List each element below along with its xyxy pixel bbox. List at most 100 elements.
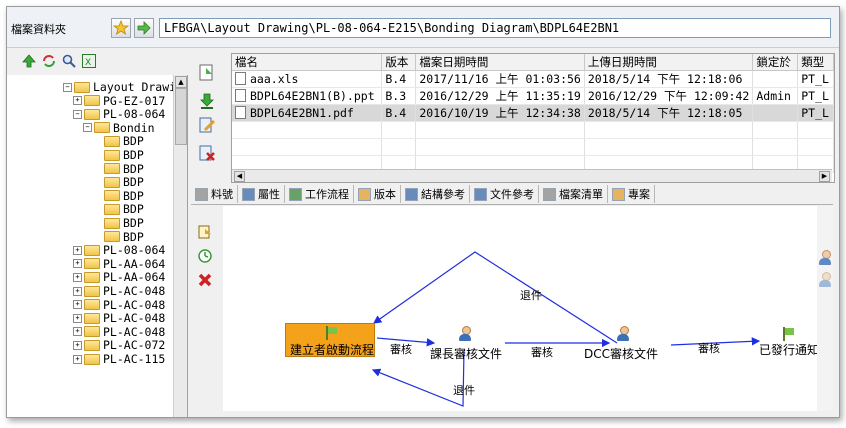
history-icon[interactable]: [197, 248, 213, 264]
tree-item[interactable]: − PL-08-064: [73, 107, 165, 121]
tree-item-label: BDP: [123, 188, 144, 203]
upload-date-cell: 2016/12/29 下午 12:09:42: [584, 87, 754, 105]
favorite-button[interactable]: [111, 18, 131, 38]
upload-date-cell: 2018/5/14 下午 12:18:06: [584, 70, 754, 88]
cancel-workflow-icon[interactable]: [197, 272, 213, 288]
tree-item[interactable]: + PL-08-064: [73, 243, 165, 257]
go-button[interactable]: [134, 18, 154, 38]
tree-item[interactable]: + PL-AC-048: [73, 298, 165, 312]
tab-2[interactable]: 工作流程: [285, 185, 354, 203]
start-node[interactable]: 建立者啟動流程: [285, 323, 375, 357]
collapse-icon[interactable]: −: [73, 109, 82, 119]
column-header-type[interactable]: 類型: [797, 54, 834, 71]
tab-0[interactable]: 料號: [191, 185, 238, 203]
delete-document-icon[interactable]: [197, 143, 217, 163]
table-row[interactable]: BDPL64E2BN1(B).ppt B.3 2016/12/29 上午 11:35…: [232, 87, 834, 105]
search-icon[interactable]: [61, 53, 77, 69]
file-list-horizontal-scrollbar[interactable]: ◀ ▶: [232, 169, 832, 182]
expand-icon[interactable]: +: [73, 313, 82, 323]
tree-item[interactable]: + PL-AC-048: [73, 325, 165, 339]
expand-icon[interactable]: +: [73, 272, 82, 282]
tree-item[interactable]: BDP: [93, 148, 144, 162]
download-icon[interactable]: [197, 91, 217, 111]
collapse-icon[interactable]: −: [83, 123, 92, 133]
new-document-icon[interactable]: [197, 63, 217, 83]
folder-icon: [84, 326, 100, 338]
edge-label-reject-bottom: 退件: [453, 384, 475, 397]
file-date-cell: 2017/11/16 上午 01:03:56: [415, 70, 585, 88]
file-name-text: BDPL64E2BN1(B).ppt: [250, 89, 375, 103]
tree-item[interactable]: BDP: [93, 175, 144, 189]
up-arrow-icon[interactable]: [21, 53, 37, 69]
table-row[interactable]: BDPL64E2BN1.pdf B.4 2016/10/19 上午 12:34:38…: [232, 104, 834, 122]
star-icon: [112, 19, 130, 35]
start-workflow-icon[interactable]: [197, 224, 213, 240]
tab-5[interactable]: 文件參考: [470, 185, 539, 203]
remove-user-icon[interactable]: [819, 272, 831, 288]
tree-item[interactable]: − Layout Drawi: [63, 80, 176, 94]
tree-item[interactable]: + PL-AC-048: [73, 284, 165, 298]
expand-icon[interactable]: +: [73, 286, 82, 296]
table-row[interactable]: aaa.xls B.4 2017/11/16 上午 01:03:56 2018/5/1…: [232, 70, 834, 88]
expand-icon[interactable]: +: [73, 340, 82, 350]
tree-vertical-scrollbar[interactable]: ▲: [173, 75, 187, 417]
refresh-icon[interactable]: [41, 53, 57, 69]
tab-1[interactable]: 屬性: [238, 185, 285, 203]
tab-3[interactable]: 版本: [354, 185, 401, 203]
tab-icon: [195, 187, 208, 201]
detail-tabs: 料號 屬性 工作流程 版本 結構參考 文件參考 檔案清單 專案: [191, 184, 833, 205]
tree-item[interactable]: BDP: [93, 162, 144, 176]
path-input[interactable]: LFBGA\Layout Drawing\PL-08-064-E215\Bond…: [159, 18, 831, 38]
dcc-review-node-label[interactable]: DCC審核文件: [584, 345, 658, 362]
tree-item[interactable]: + PG-EZ-017: [73, 94, 165, 108]
column-header-upload-date[interactable]: 上傳日期時間: [584, 54, 754, 71]
collapse-icon[interactable]: −: [63, 82, 72, 92]
file-name-cell: BDPL64E2BN1.pdf: [232, 104, 383, 122]
column-header-name[interactable]: 檔名: [232, 54, 383, 71]
tree-item-label: BDP: [123, 229, 144, 244]
tree-item-label: PL-AA-064: [103, 256, 166, 271]
tree-item[interactable]: + PL-AC-115: [73, 352, 165, 366]
tree-item[interactable]: BDP: [93, 216, 144, 230]
tab-icon: [543, 187, 556, 201]
column-header-file-date[interactable]: 檔案日期時間: [415, 54, 585, 71]
expand-icon[interactable]: +: [73, 354, 82, 364]
expand-icon[interactable]: +: [73, 245, 82, 255]
done-node-label[interactable]: 已發行通知: [759, 341, 817, 358]
expand-icon[interactable]: +: [73, 300, 82, 310]
edit-document-icon[interactable]: [197, 115, 217, 135]
tree-item[interactable]: + PL-AA-064: [73, 256, 166, 271]
scroll-thumb[interactable]: [175, 88, 187, 145]
excel-export-icon[interactable]: X: [81, 53, 97, 69]
file-name-text: BDPL64E2BN1.pdf: [250, 106, 354, 120]
tree-item[interactable]: BDP: [93, 202, 144, 216]
expand-icon[interactable]: +: [73, 259, 82, 269]
tab-4[interactable]: 結構參考: [401, 185, 470, 203]
tab-label: 結構參考: [421, 188, 465, 201]
scroll-left-icon[interactable]: ◀: [234, 171, 245, 182]
expand-icon[interactable]: +: [73, 96, 82, 106]
file-name-cell: BDPL64E2BN1(B).ppt: [232, 87, 383, 105]
assign-user-icon[interactable]: [819, 250, 831, 266]
column-header-locked-by[interactable]: 鎖定於: [752, 54, 799, 71]
folder-icon: [84, 108, 100, 120]
expand-icon[interactable]: +: [73, 327, 82, 337]
scroll-up-icon[interactable]: ▲: [175, 76, 187, 88]
tab-7[interactable]: 專案: [608, 185, 655, 203]
tree-item[interactable]: BDP: [93, 134, 144, 148]
version-cell: B.4: [381, 70, 417, 88]
tree-item[interactable]: − Bondin: [83, 121, 155, 135]
tree-item[interactable]: + PL-AA-064: [73, 270, 165, 284]
tree-item[interactable]: BDP: [93, 188, 144, 203]
tree-item[interactable]: + PL-AC-048: [73, 311, 165, 325]
tree-item[interactable]: + PL-AC-072: [73, 338, 165, 352]
tree-item[interactable]: BDP: [93, 229, 144, 244]
locked-by-cell: Admin: [752, 87, 799, 105]
tab-6[interactable]: 檔案清單: [539, 185, 608, 203]
dcc-review-person-icon: [617, 326, 629, 342]
scroll-right-icon[interactable]: ▶: [819, 171, 830, 182]
tab-icon: [612, 187, 625, 201]
section-review-node-label[interactable]: 課長審核文件: [430, 345, 502, 362]
type-cell: PT_L: [797, 104, 834, 122]
column-header-version[interactable]: 版本: [381, 54, 417, 71]
